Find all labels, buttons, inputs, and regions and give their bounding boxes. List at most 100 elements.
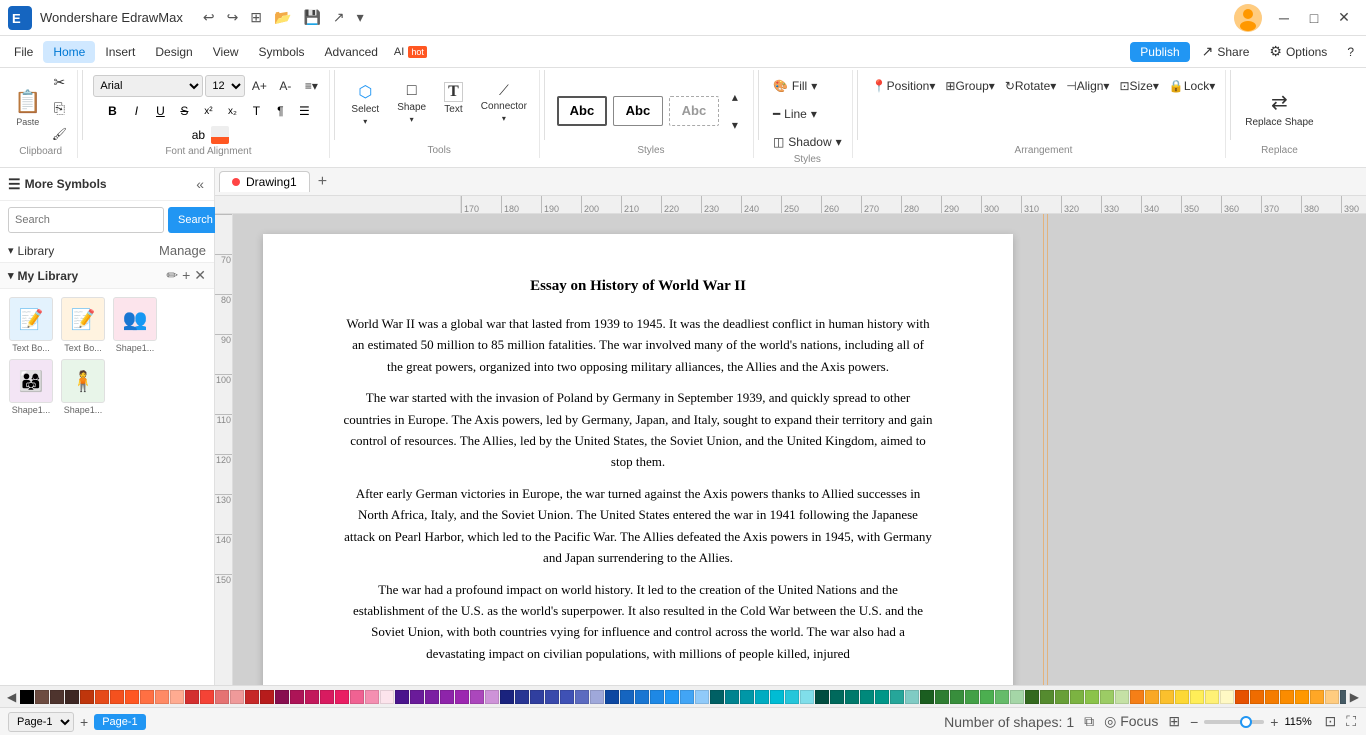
user-avatar[interactable] [1234, 4, 1262, 32]
color-cell[interactable] [305, 690, 319, 704]
add-tab-btn[interactable]: + [310, 170, 335, 194]
size-btn[interactable]: ⊡ Size ▾ [1115, 74, 1162, 98]
focus-btn[interactable]: ◎ Focus [1102, 711, 1160, 732]
styles-down-btn[interactable]: ▾ [723, 113, 747, 137]
paste-btn[interactable]: 📋Paste [10, 86, 45, 130]
maximize-btn[interactable]: □ [1300, 4, 1328, 32]
fit-page-btn[interactable]: ⊡ [1322, 711, 1338, 732]
my-lib-edit-btn[interactable]: ✏ [166, 267, 178, 284]
color-cell[interactable] [725, 690, 739, 704]
shadow-btn[interactable]: ◫ Shadow ▾ [769, 130, 846, 154]
export-btn[interactable]: ↗ [329, 7, 349, 28]
group-btn[interactable]: ⊞ Group ▾ [941, 74, 998, 98]
color-cell[interactable] [155, 690, 169, 704]
more-btn[interactable]: ▾ [353, 7, 368, 28]
menu-design[interactable]: Design [145, 41, 202, 63]
menu-home[interactable]: Home [43, 41, 95, 63]
color-cell[interactable] [170, 690, 184, 704]
color-cell[interactable] [1310, 690, 1324, 704]
color-cell[interactable] [515, 690, 529, 704]
shape-item[interactable]: 👥Shape1... [112, 297, 158, 353]
sidebar-collapse-btn[interactable]: « [194, 174, 206, 194]
color-cell[interactable] [785, 690, 799, 704]
decrease-font-btn[interactable]: A- [273, 74, 297, 98]
open-btn[interactable]: 📂 [270, 7, 295, 28]
highlight-btn[interactable]: ab [187, 124, 209, 146]
color-cell[interactable] [875, 690, 889, 704]
layers-btn[interactable]: ⧉ [1082, 711, 1096, 732]
format-painter-btn[interactable]: 🖌 [47, 122, 71, 146]
minimize-btn[interactable]: ─ [1270, 4, 1298, 32]
color-cell[interactable] [1175, 690, 1189, 704]
color-cell[interactable] [1085, 690, 1099, 704]
shape-btn[interactable]: □ Shape ▾ [391, 78, 432, 128]
color-cell[interactable] [65, 690, 79, 704]
color-cell[interactable] [275, 690, 289, 704]
color-cell[interactable] [1160, 690, 1174, 704]
color-cell[interactable] [1010, 690, 1024, 704]
rotate-btn[interactable]: ↻ Rotate ▾ [1001, 74, 1060, 98]
color-cell[interactable] [95, 690, 109, 704]
color-cell[interactable] [140, 690, 154, 704]
color-cell[interactable] [425, 690, 439, 704]
strikethrough-btn[interactable]: S [173, 100, 195, 122]
color-cell[interactable] [335, 690, 349, 704]
new-btn[interactable]: ⊞ [246, 7, 266, 28]
color-cell[interactable] [1190, 690, 1204, 704]
manage-btn[interactable]: Manage [159, 243, 206, 258]
textformat-btn[interactable]: T [245, 100, 267, 122]
add-page-btn[interactable]: + [80, 714, 88, 730]
font-family-select[interactable]: Arial [93, 75, 203, 97]
color-cell[interactable] [320, 690, 334, 704]
color-cell[interactable] [1265, 690, 1279, 704]
color-cell[interactable] [935, 690, 949, 704]
replace-shape-btn[interactable]: ⇄ Replace Shape [1241, 82, 1317, 137]
shape-item[interactable]: 📝Text Bo... [8, 297, 54, 353]
color-cell[interactable] [1280, 690, 1294, 704]
color-cell[interactable] [215, 690, 229, 704]
color-cell[interactable] [830, 690, 844, 704]
list-btn[interactable]: ☰ [293, 100, 315, 122]
menu-ai[interactable]: AI hot [388, 44, 433, 60]
color-cell[interactable] [1070, 690, 1084, 704]
color-cell[interactable] [605, 690, 619, 704]
close-btn[interactable]: ✕ [1330, 4, 1358, 32]
color-cell[interactable] [890, 690, 904, 704]
style-abc-3[interactable]: Abc [669, 96, 719, 126]
palette-left-arrow[interactable]: ◀ [4, 690, 19, 704]
color-cell[interactable] [125, 690, 139, 704]
increase-font-btn[interactable]: A+ [247, 74, 271, 98]
canvas-tab-drawing1[interactable]: Drawing1 [219, 171, 310, 192]
font-size-select[interactable]: 12 [205, 75, 245, 97]
color-cell[interactable] [230, 690, 244, 704]
color-cell[interactable] [20, 690, 34, 704]
color-cell[interactable] [1130, 690, 1144, 704]
color-cell[interactable] [1205, 690, 1219, 704]
color-cell[interactable] [995, 690, 1009, 704]
style-abc-2[interactable]: Abc [613, 96, 663, 126]
color-cell[interactable] [200, 690, 214, 704]
color-cell[interactable] [860, 690, 874, 704]
color-cell[interactable] [380, 690, 394, 704]
zoom-out-btn[interactable]: − [1188, 712, 1200, 732]
color-cell[interactable] [905, 690, 919, 704]
line-btn[interactable]: ━ Line ▾ [769, 102, 846, 126]
color-cell[interactable] [260, 690, 274, 704]
color-cell[interactable] [965, 690, 979, 704]
help-btn[interactable]: ? [1339, 42, 1362, 62]
color-cell[interactable] [1325, 690, 1339, 704]
fullscreen-btn[interactable]: ⛶ [1344, 711, 1358, 732]
italic-btn[interactable]: I [125, 100, 147, 122]
page-select[interactable]: Page-1 [8, 712, 74, 732]
zoom-in-btn[interactable]: + [1268, 712, 1280, 732]
styles-up-btn[interactable]: ▴ [723, 85, 747, 109]
color-cell[interactable] [710, 690, 724, 704]
options-btn[interactable]: ⚙ Options [1261, 40, 1335, 63]
superscript-btn[interactable]: x² [197, 100, 219, 122]
color-cell[interactable] [1340, 690, 1346, 704]
paragraph-btn[interactable]: ¶ [269, 100, 291, 122]
color-cell[interactable] [455, 690, 469, 704]
color-cell[interactable] [650, 690, 664, 704]
color-cell[interactable] [1295, 690, 1309, 704]
fill-btn[interactable]: 🎨 Fill ▾ [769, 74, 846, 98]
